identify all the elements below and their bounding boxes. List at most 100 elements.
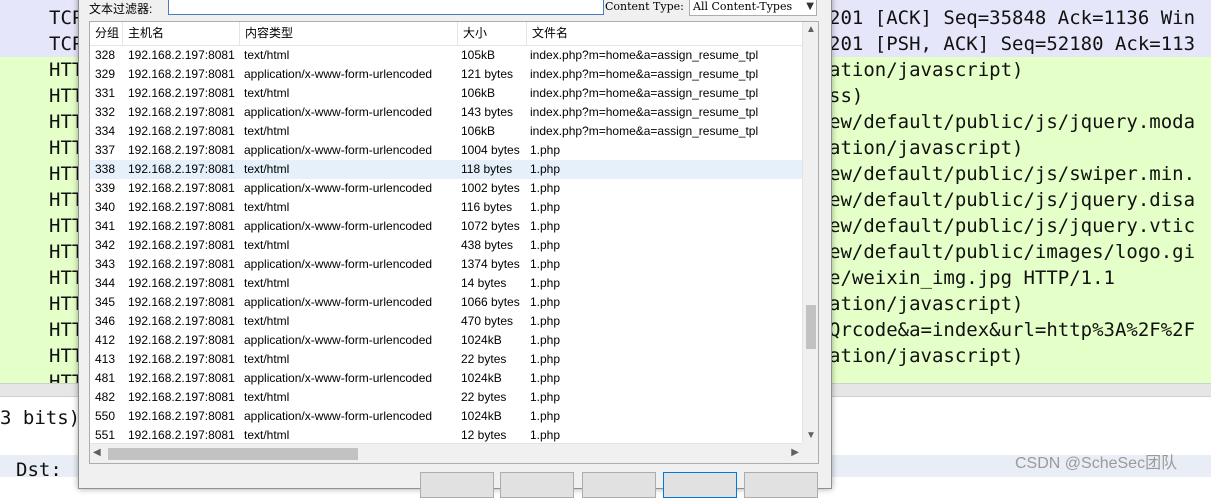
- table-row[interactable]: 550 192.168.2.197:8081 application/x-www-f…: [90, 407, 802, 426]
- cell-filename: index.php?m=home&a=assign_resume_tpl: [530, 86, 759, 100]
- cell-packet: 337: [95, 143, 116, 157]
- packet-info: ation/javascript): [829, 137, 1024, 159]
- table-row[interactable]: 340 192.168.2.197:8081 text/html 116 bytes 1…: [90, 198, 802, 217]
- cell-filename: 1.php: [530, 143, 561, 157]
- cell-filename: 1.php: [530, 200, 561, 214]
- table-row[interactable]: 328 192.168.2.197:8081 text/html 105kB index…: [90, 46, 802, 65]
- content-type-label: Content Type:: [605, 0, 684, 13]
- cell-content-type: text/html: [244, 124, 290, 138]
- dialog-button-3[interactable]: [582, 472, 656, 498]
- cell-size: 1004 bytes: [461, 143, 520, 157]
- chevron-right-icon[interactable]: ▶: [791, 447, 799, 458]
- cell-packet: 346: [95, 314, 116, 328]
- cell-hostname: 192.168.2.197:8081: [128, 295, 235, 309]
- column-header-packet[interactable]: 分组: [90, 22, 123, 45]
- cell-content-type: application/x-www-form-urlencoded: [244, 67, 433, 81]
- cell-hostname: 192.168.2.197:8081: [128, 219, 235, 233]
- cell-filename: 1.php: [530, 257, 561, 271]
- column-header-size[interactable]: 大小: [458, 22, 527, 45]
- table-row[interactable]: 345 192.168.2.197:8081 application/x-www-f…: [90, 293, 802, 312]
- cell-hostname: 192.168.2.197:8081: [128, 200, 235, 214]
- packet-info: 201 [PSH, ACK] Seq=52180 Ack=113: [829, 33, 1196, 55]
- text-filter-input[interactable]: [168, 0, 604, 15]
- cell-packet: 334: [95, 124, 116, 138]
- dialog-button-4[interactable]: [663, 472, 737, 498]
- cell-size: 1024kB: [461, 409, 502, 423]
- chevron-up-icon[interactable]: ▲: [803, 24, 818, 35]
- table-row[interactable]: 481 192.168.2.197:8081 application/x-www-f…: [90, 369, 802, 388]
- packet-info: ss): [829, 85, 864, 107]
- scrollbar-corner: [802, 443, 818, 463]
- dialog-button-2[interactable]: [500, 472, 574, 498]
- cell-content-type: text/html: [244, 276, 290, 290]
- table-row[interactable]: 337 192.168.2.197:8081 application/x-www-f…: [90, 141, 802, 160]
- cell-hostname: 192.168.2.197:8081: [128, 352, 235, 366]
- table-row[interactable]: 341 192.168.2.197:8081 application/x-www-f…: [90, 217, 802, 236]
- table-row[interactable]: 343 192.168.2.197:8081 application/x-www-f…: [90, 255, 802, 274]
- watermark: CSDN @ScheSec团队: [1015, 455, 1178, 472]
- cell-hostname: 192.168.2.197:8081: [128, 238, 235, 252]
- table-row[interactable]: 413 192.168.2.197:8081 text/html 22 bytes 1.…: [90, 350, 802, 369]
- details-dst-text: Dst:: [16, 459, 62, 481]
- packet-info: ation/javascript): [829, 345, 1024, 367]
- table-row[interactable]: 329 192.168.2.197:8081 application/x-www-f…: [90, 65, 802, 84]
- cell-hostname: 192.168.2.197:8081: [128, 371, 235, 385]
- cell-packet: 412: [95, 333, 116, 347]
- table-row[interactable]: 344 192.168.2.197:8081 text/html 14 bytes 1.…: [90, 274, 802, 293]
- packet-info: ew/default/public/js/swiper.min.: [829, 163, 1196, 185]
- cell-hostname: 192.168.2.197:8081: [128, 333, 235, 347]
- horizontal-scroll-thumb[interactable]: [108, 448, 358, 460]
- cell-content-type: text/html: [244, 200, 290, 214]
- cell-size: 1024kB: [461, 333, 502, 347]
- cell-content-type: application/x-www-form-urlencoded: [244, 295, 433, 309]
- cell-content-type: application/x-www-form-urlencoded: [244, 219, 433, 233]
- cell-filename: 1.php: [530, 314, 561, 328]
- cell-size: 1002 bytes: [461, 181, 520, 195]
- objects-table: 分组 主机名 内容类型 大小 文件名 328 192.168.2.197:8081…: [89, 21, 819, 464]
- cell-packet: 343: [95, 257, 116, 271]
- table-row[interactable]: 482 192.168.2.197:8081 text/html 22 bytes 1.…: [90, 388, 802, 407]
- cell-content-type: text/html: [244, 390, 290, 404]
- cell-filename: 1.php: [530, 295, 561, 309]
- cell-size: 143 bytes: [461, 105, 514, 119]
- table-row[interactable]: 331 192.168.2.197:8081 text/html 106kB index…: [90, 84, 802, 103]
- horizontal-scrollbar[interactable]: ◀ ▶: [90, 443, 802, 463]
- cell-packet: 328: [95, 48, 116, 62]
- table-row[interactable]: 338 192.168.2.197:8081 text/html 118 bytes 1…: [90, 160, 802, 179]
- vertical-scrollbar[interactable]: ▲ ▼: [802, 22, 818, 443]
- cell-filename: 1.php: [530, 276, 561, 290]
- cell-packet: 338: [95, 162, 116, 176]
- table-row[interactable]: 339 192.168.2.197:8081 application/x-www-f…: [90, 179, 802, 198]
- cell-content-type: application/x-www-form-urlencoded: [244, 333, 433, 347]
- column-header-hostname[interactable]: 主机名: [123, 22, 240, 45]
- table-row[interactable]: 332 192.168.2.197:8081 application/x-www-f…: [90, 103, 802, 122]
- table-row[interactable]: 346 192.168.2.197:8081 text/html 470 bytes 1…: [90, 312, 802, 331]
- cell-size: 106kB: [461, 86, 496, 100]
- table-row[interactable]: 342 192.168.2.197:8081 text/html 438 bytes 1…: [90, 236, 802, 255]
- chevron-left-icon[interactable]: ◀: [93, 447, 101, 458]
- cell-packet: 342: [95, 238, 116, 252]
- dialog-button-1[interactable]: [420, 472, 494, 498]
- cell-filename: 1.php: [530, 371, 561, 385]
- cell-size: 118 bytes: [461, 162, 513, 176]
- content-type-select[interactable]: All Content-Types ▼: [689, 0, 817, 16]
- cell-filename: 1.php: [530, 181, 561, 195]
- cell-hostname: 192.168.2.197:8081: [128, 390, 235, 404]
- cell-content-type: text/html: [244, 352, 290, 366]
- cell-size: 470 bytes: [461, 314, 514, 328]
- cell-size: 1072 bytes: [461, 219, 520, 233]
- cell-size: 116 bytes: [461, 200, 513, 214]
- table-row[interactable]: 334 192.168.2.197:8081 text/html 106kB index…: [90, 122, 802, 141]
- dialog-button-5[interactable]: [744, 472, 818, 498]
- cell-packet: 345: [95, 295, 116, 309]
- column-header-filename[interactable]: 文件名: [527, 22, 802, 45]
- column-header-content-type[interactable]: 内容类型: [240, 22, 458, 45]
- vertical-scroll-thumb[interactable]: [806, 305, 816, 349]
- cell-hostname: 192.168.2.197:8081: [128, 105, 235, 119]
- cell-hostname: 192.168.2.197:8081: [128, 162, 235, 176]
- table-row[interactable]: 412 192.168.2.197:8081 application/x-www-f…: [90, 331, 802, 350]
- chevron-down-icon[interactable]: ▼: [803, 430, 818, 441]
- cell-filename: index.php?m=home&a=assign_resume_tpl: [530, 67, 759, 81]
- cell-packet: 481: [95, 371, 116, 385]
- cell-size: 1024kB: [461, 371, 502, 385]
